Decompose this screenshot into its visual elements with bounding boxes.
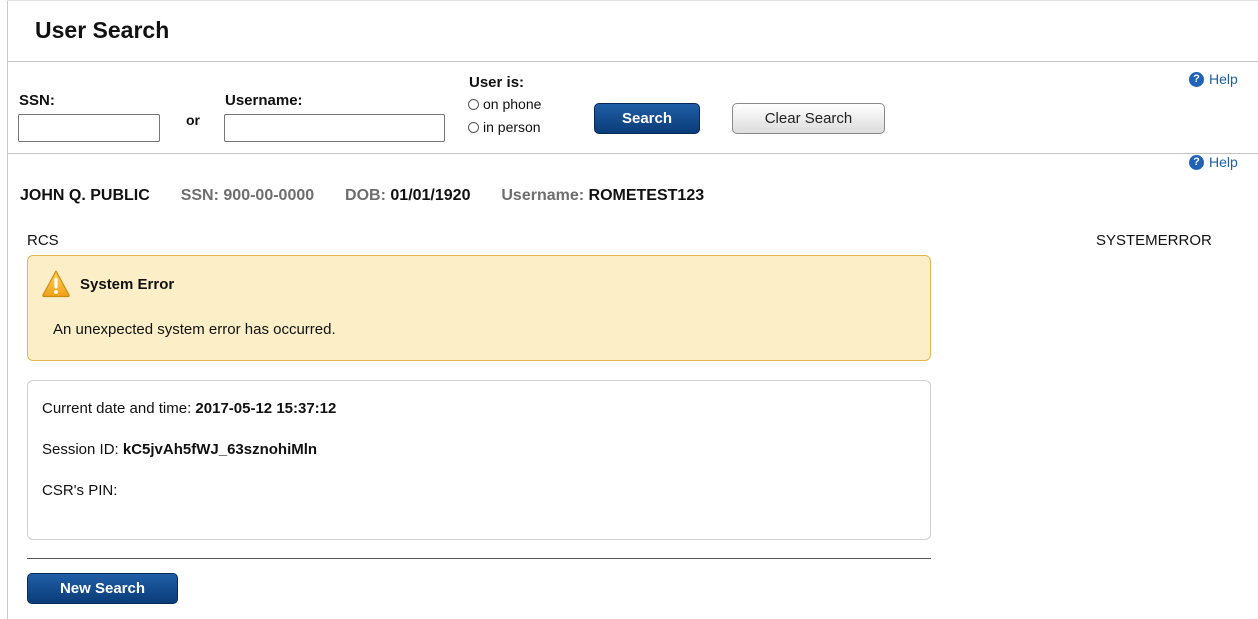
clear-search-button[interactable]: Clear Search bbox=[732, 103, 885, 134]
help-link-user[interactable]: ? Help bbox=[1189, 154, 1238, 170]
username-input[interactable] bbox=[224, 114, 445, 142]
datetime-label: Current date and time: bbox=[42, 400, 192, 417]
username-key: Username: bbox=[501, 187, 585, 204]
alert-title: System Error bbox=[80, 276, 175, 293]
help-label: Help bbox=[1209, 71, 1238, 87]
session-row: Session ID: kC5jvAh5fWJ_63sznohiMln bbox=[42, 441, 317, 458]
left-border bbox=[7, 0, 8, 619]
question-icon: ? bbox=[1189, 154, 1204, 170]
error-code: SYSTEMERROR bbox=[1096, 232, 1212, 249]
help-label: Help bbox=[1209, 154, 1238, 170]
radio-circle-icon[interactable] bbox=[468, 98, 479, 110]
radio-in-person-label: in person bbox=[483, 119, 541, 135]
radio-in-person[interactable]: in person bbox=[468, 119, 541, 135]
radio-circle-icon[interactable] bbox=[468, 121, 479, 133]
dob-value: 01/01/1920 bbox=[390, 187, 471, 204]
ssn-input[interactable] bbox=[18, 114, 160, 142]
context-label: RCS bbox=[27, 232, 59, 249]
user-is-label: User is: bbox=[469, 74, 525, 91]
help-link-search[interactable]: ? Help bbox=[1189, 71, 1238, 87]
system-error-alert: System Error An unexpected system error … bbox=[27, 255, 931, 361]
pin-label: CSR's PIN: bbox=[42, 482, 118, 499]
ssn-key: SSN: bbox=[180, 187, 219, 204]
datetime-row: Current date and time: 2017-05-12 15:37:… bbox=[42, 400, 336, 417]
new-search-button[interactable]: New Search bbox=[27, 573, 178, 604]
divider bbox=[7, 61, 1258, 62]
session-details: Current date and time: 2017-05-12 15:37:… bbox=[27, 380, 931, 540]
radio-on-phone[interactable]: on phone bbox=[468, 96, 541, 112]
page-title: User Search bbox=[35, 17, 170, 43]
pin-row: CSR's PIN: bbox=[42, 482, 117, 499]
divider bbox=[7, 153, 1258, 154]
warning-icon bbox=[42, 270, 70, 298]
session-label: Session ID: bbox=[42, 441, 119, 458]
username-label: Username: bbox=[225, 92, 303, 109]
user-name: JOHN Q. PUBLIC bbox=[20, 187, 150, 204]
dob-key: DOB: bbox=[345, 187, 386, 204]
datetime-value: 2017-05-12 15:37:12 bbox=[195, 400, 337, 417]
ssn-label: SSN: bbox=[19, 92, 55, 109]
radio-on-phone-label: on phone bbox=[483, 96, 542, 112]
top-border bbox=[7, 0, 1258, 1]
user-summary: JOHN Q. PUBLIC SSN: 900-00-0000 DOB: 01/… bbox=[20, 187, 704, 205]
session-value: kC5jvAh5fWJ_63sznohiMln bbox=[122, 441, 318, 458]
ssn-value: 900-00-0000 bbox=[223, 187, 315, 204]
divider bbox=[27, 558, 931, 559]
username-value: ROMETEST123 bbox=[588, 187, 705, 204]
page: User Search SSN: or Username: User is: o… bbox=[0, 0, 1258, 619]
question-icon: ? bbox=[1189, 71, 1204, 87]
search-button[interactable]: Search bbox=[594, 103, 700, 134]
or-label: or bbox=[186, 112, 200, 128]
alert-message: An unexpected system error has occurred. bbox=[53, 321, 336, 338]
